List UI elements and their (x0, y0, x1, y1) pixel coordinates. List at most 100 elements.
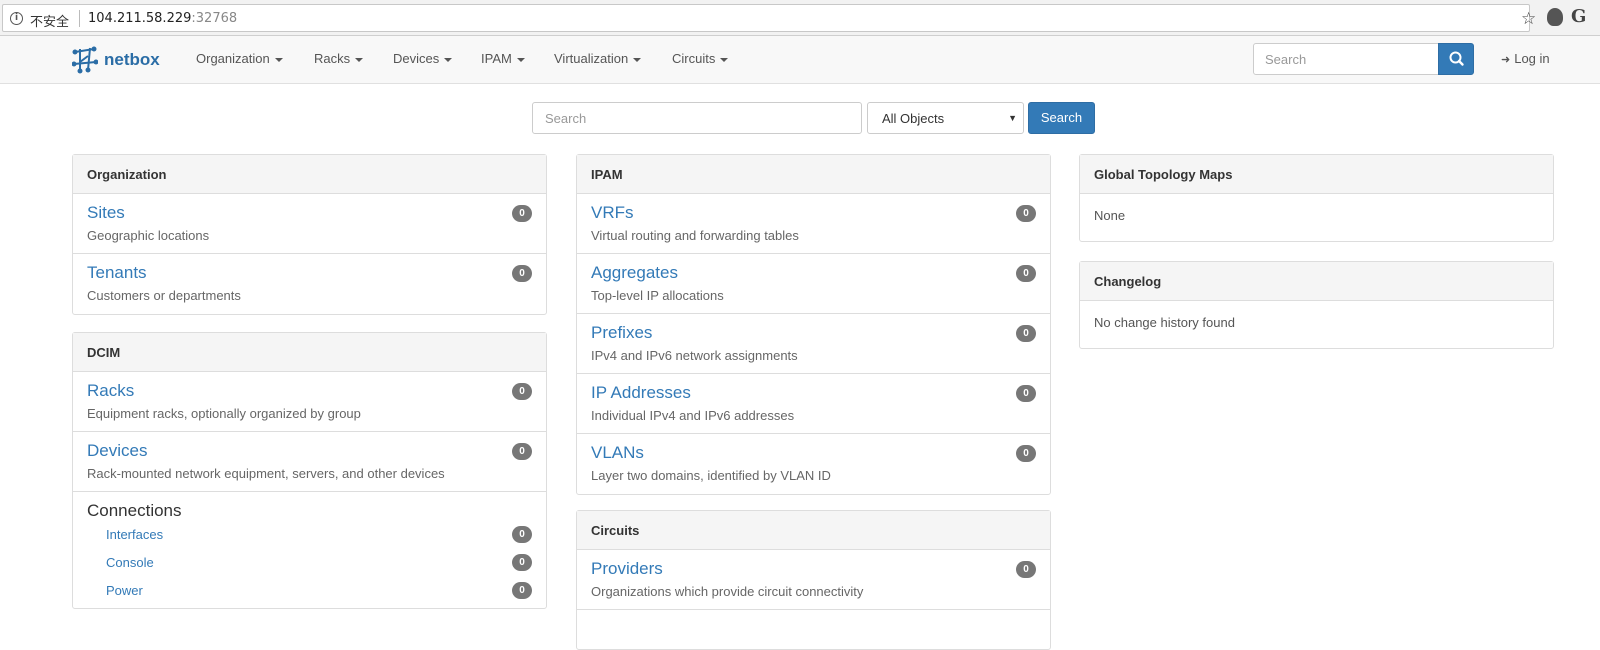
object-type-select[interactable]: All Objects ▼ (867, 102, 1024, 134)
racks-link[interactable]: Racks (87, 381, 532, 401)
changelog-panel: Changelog No change history found (1079, 261, 1554, 349)
url-port: :32768 (191, 11, 238, 26)
item-description: Individual IPv4 and IPv6 addresses (591, 408, 795, 423)
browser-toolbar: i 不安全 104.211.58.229:32768 ☆ G (0, 0, 1600, 36)
nav-label: Organization (196, 51, 270, 66)
search-icon (1449, 51, 1464, 66)
login-link[interactable]: ➜ Log in (1501, 51, 1550, 66)
ip-addresses-link[interactable]: IP Addresses (591, 383, 1036, 403)
brand-logo[interactable]: netbox (72, 45, 160, 75)
list-item-providers: Providers Organizations which provide ci… (577, 550, 1050, 610)
nav-circuits[interactable]: Circuits (672, 51, 729, 66)
changelog-body: No change history found (1094, 315, 1235, 330)
connections-section: Connections Interfaces 0 Console 0 Power… (73, 492, 546, 608)
extension-icon[interactable]: G (1571, 6, 1586, 27)
devices-link[interactable]: Devices (87, 441, 532, 461)
sites-link[interactable]: Sites (87, 203, 532, 223)
interfaces-link[interactable]: Interfaces (106, 527, 163, 542)
item-description: IPv4 and IPv6 network assignments (591, 348, 798, 363)
count-badge: 0 (512, 443, 532, 460)
count-badge: 0 (512, 205, 532, 222)
netbox-logo-icon (72, 46, 98, 74)
power-link[interactable]: Power (106, 583, 143, 598)
nav-ipam[interactable]: IPAM (481, 51, 525, 66)
panel-title: Global Topology Maps (1080, 155, 1553, 194)
count-badge: 0 (512, 383, 532, 400)
panel-title: Circuits (577, 511, 1050, 550)
vrfs-link[interactable]: VRFs (591, 203, 1036, 223)
circuits-panel: Circuits Providers Organizations which p… (576, 510, 1051, 650)
panel-title: Changelog (1080, 262, 1553, 301)
nav-organization[interactable]: Organization (196, 51, 283, 66)
count-badge: 0 (1016, 325, 1036, 342)
nav-racks[interactable]: Racks (314, 51, 364, 66)
info-icon[interactable]: i (10, 12, 23, 25)
count-badge: 0 (512, 554, 532, 571)
connections-heading: Connections (87, 501, 182, 520)
item-description: Geographic locations (87, 228, 210, 243)
list-item-sites: Sites Geographic locations 0 (73, 194, 546, 254)
count-badge: 0 (1016, 265, 1036, 282)
caret-down-icon (444, 57, 453, 62)
topology-panel: Global Topology Maps None (1079, 154, 1554, 242)
ipam-panel: IPAM VRFs Virtual routing and forwarding… (576, 154, 1051, 495)
navbar-search-input[interactable] (1253, 43, 1439, 75)
count-badge: 0 (512, 526, 532, 543)
list-item-tenants: Tenants Customers or departments 0 (73, 254, 546, 314)
console-link[interactable]: Console (106, 555, 154, 570)
count-badge: 0 (1016, 561, 1036, 578)
nav-label: Circuits (672, 51, 716, 66)
nav-virtualization[interactable]: Virtualization (554, 51, 642, 66)
select-arrow-icon: ▼ (1008, 113, 1017, 123)
brand-name: netbox (104, 50, 160, 69)
count-badge: 0 (512, 582, 532, 599)
nav-label: Devices (393, 51, 440, 66)
topology-body: None (1094, 208, 1126, 223)
caret-down-icon (355, 57, 364, 62)
list-item-interfaces: Interfaces 0 (73, 521, 546, 549)
main-search-input[interactable] (532, 102, 862, 134)
navbar-search-button[interactable] (1438, 43, 1474, 75)
bookmark-star-icon[interactable]: ☆ (1521, 9, 1536, 29)
list-item-racks: Racks Equipment racks, optionally organi… (73, 372, 546, 432)
panel-title: Organization (73, 155, 546, 194)
list-item-aggregates: Aggregates Top-level IP allocations 0 (577, 254, 1050, 314)
nav-label: IPAM (481, 51, 512, 66)
vlans-link[interactable]: VLANs (591, 443, 1036, 463)
organization-panel: Organization Sites Geographic locations … (72, 154, 547, 315)
aggregates-link[interactable]: Aggregates (591, 263, 1036, 283)
main-search-button[interactable]: Search (1028, 102, 1095, 134)
item-description: Virtual routing and forwarding tables (591, 228, 799, 243)
address-bar[interactable]: i 不安全 104.211.58.229:32768 ☆ (2, 4, 1536, 32)
caret-down-icon (516, 57, 525, 62)
panel-title: IPAM (577, 155, 1050, 194)
object-type-value: All Objects (882, 111, 945, 126)
count-badge: 0 (1016, 385, 1036, 402)
list-item-power: Power 0 (73, 577, 546, 605)
providers-link[interactable]: Providers (591, 559, 1036, 579)
tenants-link[interactable]: Tenants (87, 263, 532, 283)
list-item-vrfs: VRFs Virtual routing and forwarding tabl… (577, 194, 1050, 254)
evernote-extension-icon[interactable] (1547, 8, 1563, 26)
list-item-devices: Devices Rack-mounted network equipment, … (73, 432, 546, 492)
dcim-panel: DCIM Racks Equipment racks, optionally o… (72, 332, 547, 609)
prefixes-link[interactable]: Prefixes (591, 323, 1036, 343)
nav-devices[interactable]: Devices (393, 51, 453, 66)
item-description: Layer two domains, identified by VLAN ID (591, 468, 831, 483)
list-item-console: Console 0 (73, 549, 546, 577)
nav-label: Virtualization (554, 51, 629, 66)
item-description: Rack-mounted network equipment, servers,… (87, 466, 445, 481)
url-text[interactable]: 104.211.58.229:32768 (88, 11, 237, 26)
count-badge: 0 (1016, 205, 1036, 222)
caret-down-icon (720, 57, 729, 62)
login-label: Log in (1514, 51, 1550, 66)
nav-label: Racks (314, 51, 351, 66)
sign-in-icon: ➜ (1501, 54, 1511, 66)
panel-title: DCIM (73, 333, 546, 372)
list-item-prefixes: Prefixes IPv4 and IPv6 network assignmen… (577, 314, 1050, 374)
item-description: Top-level IP allocations (591, 288, 724, 303)
url-divider (79, 10, 80, 27)
url-host: 104.211.58.229 (88, 11, 192, 26)
caret-down-icon (274, 57, 283, 62)
item-description: Equipment racks, optionally organized by… (87, 406, 361, 421)
